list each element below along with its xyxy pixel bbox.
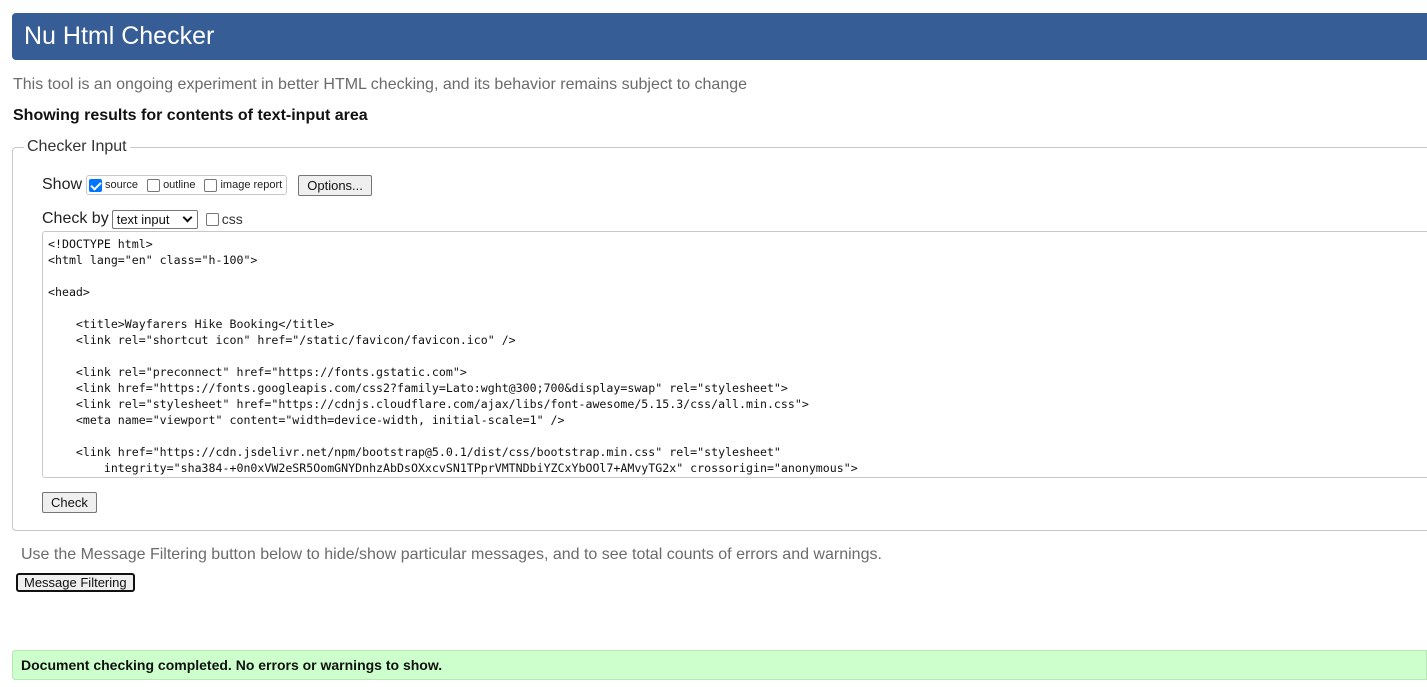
header-bar: Nu Html Checker: [12, 13, 1427, 60]
results-heading: Showing results for contents of text-inp…: [13, 107, 368, 124]
code-line: <meta name="viewport" content="width=dev…: [48, 413, 565, 427]
css-option[interactable]: css: [205, 211, 243, 227]
check-by-row: Check by text input css: [42, 208, 243, 230]
result-status-message: Document checking completed. No errors o…: [12, 650, 1427, 680]
check-by-selected-value: text input: [116, 211, 170, 227]
code-line: integrity="sha384-+0n0xVW2eSR5OomGNYDnhz…: [48, 461, 858, 475]
outline-label: outline: [163, 179, 196, 191]
show-label: Show: [42, 176, 83, 193]
check-by-label: Check by: [42, 210, 109, 227]
outline-checkbox[interactable]: [147, 178, 161, 192]
page-title: Nu Html Checker: [24, 22, 215, 50]
check-by-select[interactable]: text input: [111, 209, 198, 229]
options-button[interactable]: Options...: [298, 174, 372, 196]
code-line: <link href="https://fonts.googleapis.com…: [48, 381, 788, 395]
image-report-label: image report: [220, 179, 283, 191]
source-label: source: [105, 179, 139, 191]
message-filtering-button[interactable]: Message Filtering: [16, 573, 135, 592]
code-line: <link rel="stylesheet" href="https://cdn…: [48, 397, 809, 411]
code-line: <link rel="preconnect" href="https://fon…: [48, 365, 467, 379]
check-button[interactable]: Check: [42, 492, 97, 513]
show-image-report-option[interactable]: image report: [204, 178, 283, 192]
css-label: css: [221, 211, 243, 227]
image-report-checkbox[interactable]: [204, 178, 218, 192]
message-filtering-note: Use the Message Filtering button below t…: [21, 546, 882, 563]
code-line: <link rel="shortcut icon" href="/static/…: [48, 333, 516, 347]
checker-input-legend: Checker Input: [24, 138, 130, 156]
show-options-group: source outline image report: [86, 175, 288, 195]
show-options-row: Show source outline image report Options…: [42, 174, 372, 196]
code-line: <!DOCTYPE html>: [48, 237, 153, 251]
source-textarea[interactable]: <!DOCTYPE html> <html lang="en" class="h-…: [42, 231, 1427, 478]
code-line: <head>: [48, 285, 90, 299]
source-code: <!DOCTYPE html> <html lang="en" class="h-…: [43, 232, 1427, 476]
css-checkbox[interactable]: [205, 212, 219, 226]
show-outline-option[interactable]: outline: [147, 178, 196, 192]
show-source-option[interactable]: source: [89, 178, 139, 192]
code-line: <link href="https://cdn.jsdelivr.net/npm…: [48, 445, 781, 459]
code-line: <title>Wayfarers Hike Booking</title>: [48, 317, 335, 331]
source-checkbox[interactable]: [89, 178, 103, 192]
chevron-down-icon: [182, 212, 193, 222]
tagline: This tool is an ongoing experiment in be…: [13, 76, 748, 93]
code-line: <html lang="en" class="h-100">: [48, 253, 258, 267]
